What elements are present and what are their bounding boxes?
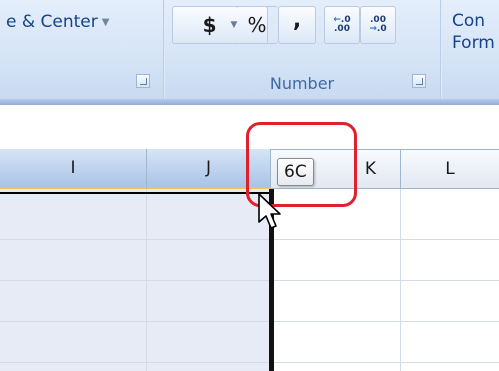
alignment-dialog-launcher-icon[interactable] bbox=[136, 74, 150, 88]
group-divider bbox=[440, 0, 442, 98]
alignment-group: e & Center ▼ bbox=[0, 0, 164, 97]
chevron-down-icon[interactable]: ▼ bbox=[102, 17, 110, 28]
increase-decimal-button[interactable]: ←.0 .00 bbox=[324, 6, 360, 44]
column-header-label: I bbox=[70, 158, 76, 178]
increase-decimal-icon: ←.0 .00 bbox=[333, 15, 351, 34]
percent-style-button[interactable]: % bbox=[236, 6, 278, 44]
conditional-formatting-line1: Con bbox=[452, 11, 486, 31]
row-gridline bbox=[0, 321, 499, 322]
number-group-label: Number bbox=[269, 74, 335, 93]
column-header-i[interactable]: I bbox=[0, 149, 147, 189]
comma-style-button[interactable]: , bbox=[278, 6, 316, 44]
increase-decimal-line2: .00 bbox=[334, 24, 350, 34]
percent-icon: % bbox=[247, 13, 267, 37]
number-dialog-launcher-icon[interactable] bbox=[412, 74, 426, 88]
row-gridline bbox=[0, 280, 499, 281]
column-width-tooltip-text: 6C bbox=[284, 162, 307, 182]
conditional-formatting-line2: Form bbox=[452, 33, 495, 53]
group-divider bbox=[163, 0, 165, 98]
column-width-tooltip: 6C bbox=[277, 158, 314, 186]
selection-border bbox=[0, 192, 272, 194]
comma-icon: , bbox=[292, 8, 302, 33]
column-header-label: J bbox=[205, 158, 211, 178]
column-header-label: K bbox=[364, 159, 377, 179]
decrease-decimal-line2: .0 bbox=[376, 24, 387, 34]
merge-center-button[interactable]: e & Center ▼ bbox=[6, 12, 109, 32]
decrease-decimal-button[interactable]: .00 →.0 bbox=[360, 6, 396, 44]
resize-cursor-icon bbox=[258, 193, 281, 229]
row-gridline bbox=[0, 239, 499, 240]
conditional-formatting-button[interactable]: Con Form bbox=[452, 10, 495, 54]
ribbon: e & Center ▼ $ ▼ % , ←.0 .00 .00 →.0 Numb… bbox=[0, 0, 499, 103]
column-header-label: L bbox=[445, 159, 455, 179]
decrease-decimal-icon: .00 →.0 bbox=[369, 15, 387, 34]
column-header-l[interactable]: L bbox=[401, 149, 499, 189]
merge-center-label: e & Center bbox=[6, 12, 98, 32]
dollar-icon: $ bbox=[202, 13, 217, 37]
number-group: $ ▼ % , ←.0 .00 .00 →.0 Number bbox=[166, 0, 438, 97]
row-gridline bbox=[0, 362, 499, 363]
